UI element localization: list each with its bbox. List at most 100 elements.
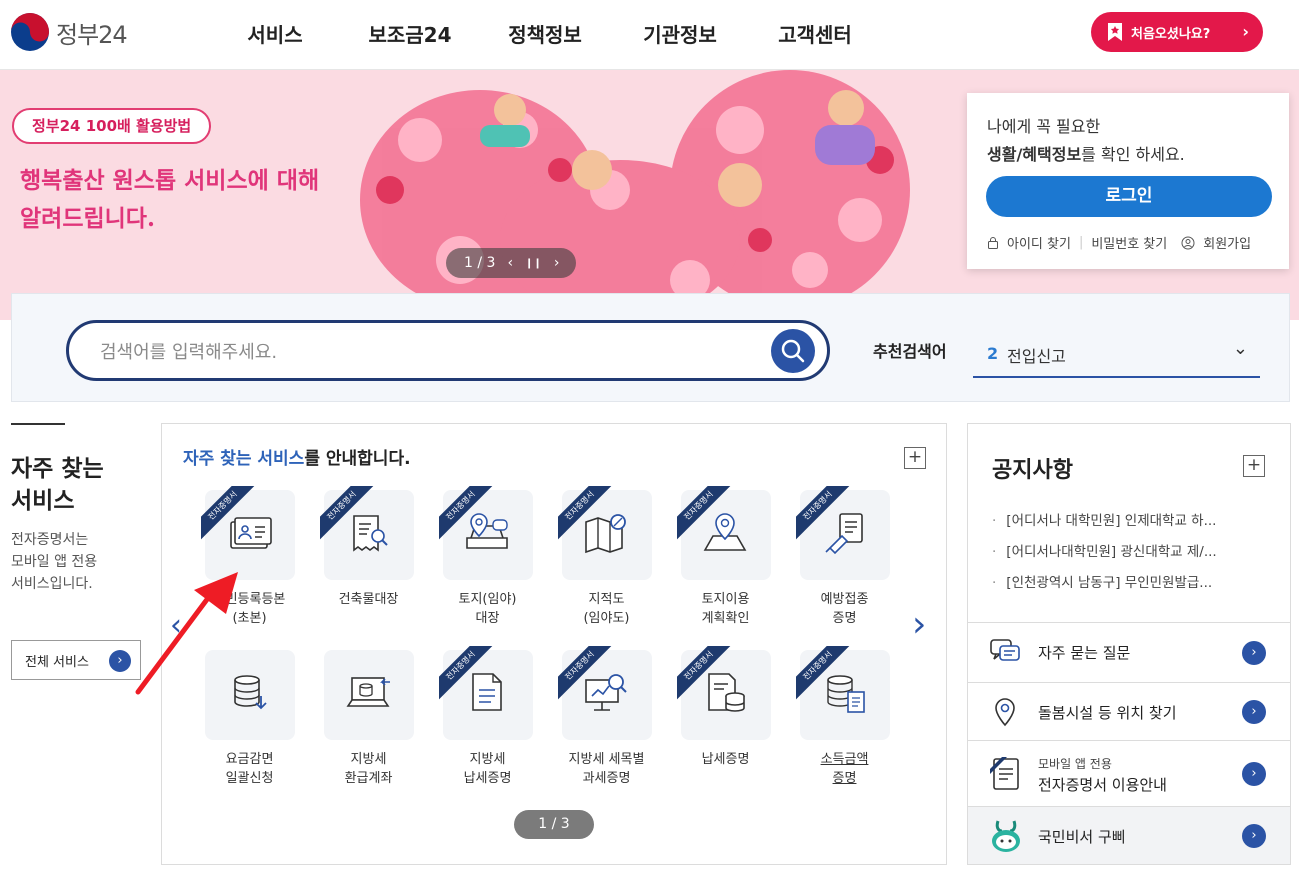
chevron-right-icon: › [1242,824,1266,848]
side-description: 전자증명서는 모바일 앱 전용 서비스입니다. [11,529,141,595]
service-tile-icon-box: 전자증명서 [795,646,890,740]
notice-title: 공지사항 [992,458,1073,483]
service-tile[interactable]: 전자증명서건축물대장 [309,486,428,609]
notice-list: [어디서나 대학민원] 인제대학교 하... [어디서나대학민원] 광신대학교 … [992,506,1282,599]
service-tile-label-line1: 지방세 [469,752,506,767]
search-button[interactable] [771,329,815,373]
service-tile[interactable]: 전자증명서 납세증명 [666,646,785,769]
divider: | [1078,235,1084,250]
e-certificate-ribbon-text: 전자증명서 [676,486,731,540]
service-tile-label: 요금감면 일괄신청 [190,750,309,788]
banner-next-icon[interactable]: › [554,255,560,271]
nav-services[interactable]: 서비스 [205,0,345,70]
service-tile-icon-box: 전자증명서 [557,486,652,580]
recommended-keyword-text: 전입신고 [1007,347,1066,366]
recommended-keyword-select[interactable]: 2 전입신고 ⌄ [973,330,1260,378]
service-tile[interactable]: 전자증명서예방접종 증명 [785,486,904,628]
service-tile-label-line1: 지적도 [588,592,625,607]
chevron-right-icon: › [1242,762,1266,786]
service-tile-icon-box: 전자증명서 [200,486,295,580]
search-input[interactable]: 검색어를 입력해주세요. [66,320,830,381]
e-certificate-ribbon: 전자증명서 [319,486,374,540]
service-tile-icon-box: 전자증명서 [319,486,414,580]
service-tile-icon-box: 전자증명서 [795,486,890,580]
nav-policy-info[interactable]: 정책정보 [475,0,615,70]
logo[interactable]: 정부24 [10,12,128,52]
search-icon [781,339,805,363]
service-tile-label-line1: 소득금액 [820,752,869,767]
services-heading: 자주 찾는 서비스를 안내합니다. [183,444,411,469]
service-tile[interactable]: 전자증명서소득금액증명 [785,646,904,788]
login-message-bold: 생활/혜택정보 [987,145,1082,164]
banner-pager: 1 / 3 ‹ ❙❙ › [446,248,576,278]
all-services-button[interactable]: 전체 서비스 › [11,640,141,680]
service-tile-label-line1: 토지이용 [701,592,750,607]
gubbi-link[interactable]: 국민비서 구삐 › [967,807,1291,865]
main-nav: 서비스 보조금24 정책정보 기관정보 고객센터 [210,0,885,70]
search-section: 검색어를 입력해주세요. 추천검색어 2 전입신고 ⌄ [11,293,1290,402]
service-tile-label-line2: 계획확인 [701,611,750,626]
service-tile-icon-box [323,650,414,740]
chat-bubbles-icon [990,639,1020,661]
side-title-line2: 서비스 [11,488,75,514]
services-pager: 1 / 3 [514,810,594,839]
e-certificate-ribbon: 전자증명서 [438,646,493,700]
signup-link[interactable]: 회원가입 [1203,233,1251,252]
find-password-link[interactable]: 비밀번호 찾기 [1091,233,1167,252]
login-button[interactable]: 로그인 [986,176,1272,217]
banner-prev-icon[interactable]: ‹ [507,255,513,271]
service-tile[interactable]: 지방세환급계좌 [309,650,428,788]
faq-link[interactable]: 자주 묻는 질문 › [967,623,1291,683]
service-tile-label-line1: 지방세 세목별 [568,752,645,767]
notice-item[interactable]: [인천광역시 남동구] 무인민원발급... [992,568,1282,599]
location-pin-icon [995,698,1015,727]
e-certificate-ribbon-text: 전자증명서 [438,486,493,540]
service-tile-label-line2: 증명 [832,771,857,786]
service-tile[interactable]: 전자증명서 지방세 세목별 과세증명 [547,646,666,788]
notice-item[interactable]: [어디서나 대학민원] 인제대학교 하... [992,506,1282,537]
services-more-button[interactable]: + [904,447,926,469]
logo-text: 정부24 [56,20,128,49]
service-tile-label: 지적도 (임야도) [547,590,666,628]
user-circle-icon [1181,236,1195,249]
e-certificate-ribbon-text: 전자증명서 [557,486,612,540]
header: 정부24 서비스 보조금24 정책정보 기관정보 고객센터 처음오셨나요? › [0,0,1299,70]
service-tile-label-line2: 환급계좌 [344,771,393,786]
gubbi-label: 국민비서 구삐 [1038,828,1126,846]
banner-pause-icon[interactable]: ❙❙ [525,258,542,269]
notice-more-button[interactable]: + [1243,455,1265,477]
services-next-arrow[interactable]: › [912,604,926,645]
service-tile[interactable]: 전자증명서 지방세 납세증명 [428,646,547,788]
recommended-keywords-label: 추천검색어 [873,342,947,361]
e-certificate-guide-link[interactable]: 모바일 앱 전용 전자증명서 이용안내 › [967,741,1291,807]
e-certificate-ribbon: 전자증명서 [438,486,493,540]
taegeuk-logo-icon [11,13,49,51]
service-tile-icon-box: 전자증명서 [438,646,533,740]
service-tile-label-line1: 요금감면 [225,752,274,767]
banner-badge[interactable]: 정부24 100배 활용방법 [12,108,212,144]
first-visit-label: 처음오셨나요? [1131,26,1211,42]
nav-customer-center[interactable]: 고객센터 [745,0,885,70]
service-tile-label-line1: 예방접종 [820,592,869,607]
e-certificate-ribbon: 전자증명서 [795,646,850,700]
service-tile-label-line1: 건축물대장 [338,592,399,607]
e-certificate-ribbon: 전자증명서 [557,646,612,700]
nav-agency-info[interactable]: 기관정보 [610,0,750,70]
service-tile[interactable]: 전자증명서지적도 (임야도) [547,486,666,628]
service-tile-label: 예방접종 증명 [785,590,904,628]
chevron-right-icon: › [1242,22,1249,41]
notice-item[interactable]: [어디서나대학민원] 광신대학교 제/... [992,537,1282,568]
service-tile[interactable]: 전자증명서 토지(임야) 대장 [428,486,547,628]
service-tile-label-line1: 지방세 [350,752,387,767]
e-certificate-ribbon-text: 전자증명서 [438,646,493,700]
all-services-label: 전체 서비스 [25,654,89,670]
nav-subsidy24[interactable]: 보조금24 [340,0,480,70]
find-id-link[interactable]: 아이디 찾기 [1007,233,1071,252]
first-visit-button[interactable]: 처음오셨나요? › [1091,12,1263,52]
service-tile[interactable]: 전자증명서토지이용계획확인 [666,486,785,628]
e-certificate-ribbon: 전자증명서 [795,486,850,540]
e-certificate-ribbon-text: 전자증명서 [557,646,612,700]
search-placeholder: 검색어를 입력해주세요. [100,342,278,363]
care-facility-link[interactable]: 돌봄시설 등 위치 찾기 › [967,683,1291,741]
care-facility-label: 돌봄시설 등 위치 찾기 [1038,704,1177,722]
